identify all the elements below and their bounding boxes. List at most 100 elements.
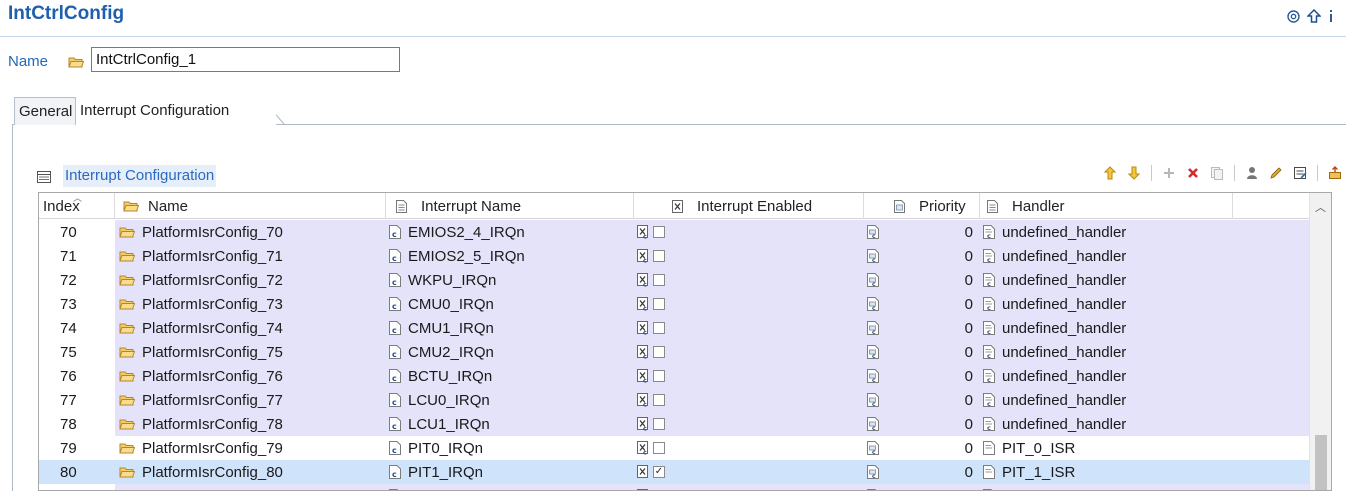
row-interrupt-name-cell[interactable]: c CMU1_IRQn xyxy=(389,316,494,340)
row-priority[interactable]: 0 xyxy=(919,436,973,460)
table-row[interactable]: 70 PlatformIsrConfig_70 c EMIOS2_4_IRQn … xyxy=(39,220,1309,244)
column-header-index[interactable]: ︿ Index xyxy=(39,193,115,219)
table-row[interactable]: 72 PlatformIsrConfig_72 c WKPU_IRQn c c … xyxy=(39,268,1309,292)
row-enabled-cell[interactable]: c xyxy=(637,244,665,268)
table-row[interactable]: 76 PlatformIsrConfig_76 c BCTU_IRQn c c … xyxy=(39,364,1309,388)
row-handler-cell[interactable]: c undefined_handler xyxy=(983,316,1126,340)
row-priority[interactable]: 0 xyxy=(919,340,973,364)
edit-icon[interactable] xyxy=(1266,164,1286,182)
row-handler-cell[interactable]: c undefined_handler xyxy=(983,244,1126,268)
row-interrupt-name-cell[interactable]: c PIT2_IRQn xyxy=(389,484,483,490)
row-interrupt-name-cell[interactable]: c EMIOS2_5_IRQn xyxy=(389,244,525,268)
add-icon[interactable] xyxy=(1159,164,1179,182)
row-priority[interactable]: 0 xyxy=(919,484,973,491)
table-row[interactable]: 81 PlatformIsrConfig_81 c PIT2_IRQn c c … xyxy=(39,484,1309,491)
row-interrupt-name-cell[interactable]: c EMIOS2_4_IRQn xyxy=(389,220,525,244)
scroll-up-icon[interactable]: ︿ xyxy=(1315,199,1326,215)
row-interrupt-name-cell[interactable]: c CMU2_IRQn xyxy=(389,340,494,364)
row-handler-cell[interactable]: c undefined_handler xyxy=(983,220,1126,244)
move-down-icon[interactable] xyxy=(1124,164,1144,182)
row-handler-cell[interactable]: c undefined_handler xyxy=(983,388,1126,412)
row-enabled-cell[interactable]: c xyxy=(637,484,665,490)
info-icon[interactable] xyxy=(1328,9,1334,26)
name-input[interactable] xyxy=(91,47,400,72)
row-priority[interactable]: 0 xyxy=(919,316,973,340)
row-priority[interactable]: 0 xyxy=(919,292,973,316)
table-row[interactable]: 79 PlatformIsrConfig_79 c PIT0_IRQn c c … xyxy=(39,436,1309,460)
enabled-checkbox[interactable] xyxy=(653,274,665,286)
row-interrupt-name-cell[interactable]: c WKPU_IRQn xyxy=(389,268,496,292)
scrollbar-thumb[interactable] xyxy=(1315,435,1327,490)
enabled-checkbox[interactable] xyxy=(653,346,665,358)
enabled-checkbox[interactable] xyxy=(653,250,665,262)
enabled-checkbox[interactable] xyxy=(653,226,665,238)
row-enabled-cell[interactable]: c xyxy=(637,220,665,244)
row-enabled-cell[interactable]: c xyxy=(637,340,665,364)
tab-interrupt-configuration[interactable]: Interrupt Configuration xyxy=(76,97,276,125)
column-header-handler[interactable]: Handler xyxy=(980,193,1233,219)
row-interrupt-name-cell[interactable]: c PIT0_IRQn xyxy=(389,436,483,460)
table-row[interactable]: 80 PlatformIsrConfig_80 c PIT1_IRQn ✓ c … xyxy=(39,460,1309,484)
vertical-scrollbar[interactable]: ︿ xyxy=(1309,193,1331,490)
at-icon[interactable] xyxy=(1287,9,1300,26)
row-handler-cell[interactable]: c undefined_handler xyxy=(983,340,1126,364)
row-interrupt-name-cell[interactable]: c PIT1_IRQn xyxy=(389,460,483,484)
row-name-cell[interactable]: PlatformIsrConfig_77 xyxy=(119,388,283,412)
export-icon[interactable] xyxy=(1325,164,1345,182)
row-name-cell[interactable]: PlatformIsrConfig_71 xyxy=(119,244,283,268)
table-row[interactable]: 78 PlatformIsrConfig_78 c LCU1_IRQn c c … xyxy=(39,412,1309,436)
row-interrupt-name-cell[interactable]: c LCU1_IRQn xyxy=(389,412,490,436)
row-handler-cell[interactable]: c undefined_handler xyxy=(983,412,1126,436)
enabled-checkbox[interactable] xyxy=(653,322,665,334)
row-enabled-cell[interactable]: c xyxy=(637,364,665,388)
row-handler-cell[interactable]: c undefined_handler xyxy=(983,364,1126,388)
row-name-cell[interactable]: PlatformIsrConfig_72 xyxy=(119,268,283,292)
row-interrupt-name-cell[interactable]: c LCU0_IRQn xyxy=(389,388,490,412)
up-arrow-icon[interactable] xyxy=(1306,8,1322,26)
properties-icon[interactable] xyxy=(1290,164,1310,182)
row-priority[interactable]: 0 xyxy=(919,268,973,292)
row-name-cell[interactable]: PlatformIsrConfig_74 xyxy=(119,316,283,340)
row-handler-cell[interactable]: c undefined_handler xyxy=(983,268,1126,292)
enabled-checkbox[interactable] xyxy=(653,298,665,310)
enabled-checkbox[interactable] xyxy=(653,394,665,406)
enabled-checkbox[interactable] xyxy=(653,442,665,454)
table-row[interactable]: 77 PlatformIsrConfig_77 c LCU0_IRQn c c … xyxy=(39,388,1309,412)
row-interrupt-name-cell[interactable]: c BCTU_IRQn xyxy=(389,364,492,388)
row-priority[interactable]: 0 xyxy=(919,244,973,268)
row-name-cell[interactable]: PlatformIsrConfig_76 xyxy=(119,364,283,388)
row-handler-cell[interactable]: c undefined_handler xyxy=(983,292,1126,316)
copy-icon[interactable] xyxy=(1207,164,1227,182)
row-name-cell[interactable]: PlatformIsrConfig_73 xyxy=(119,292,283,316)
row-enabled-cell[interactable]: c xyxy=(637,412,665,436)
row-enabled-cell[interactable]: c xyxy=(637,268,665,292)
enabled-checkbox-checked[interactable]: ✓ xyxy=(653,466,665,478)
column-header-interrupt-name[interactable]: Interrupt Name xyxy=(386,193,634,219)
person-icon[interactable] xyxy=(1242,164,1262,182)
row-priority[interactable]: 0 xyxy=(919,388,973,412)
row-enabled-cell[interactable]: c xyxy=(637,316,665,340)
column-header-interrupt-enabled[interactable]: Interrupt Enabled xyxy=(634,193,864,219)
row-handler-cell[interactable]: c undefined_handler xyxy=(983,484,1126,490)
delete-icon[interactable] xyxy=(1183,164,1203,182)
row-enabled-cell[interactable]: c xyxy=(637,436,665,460)
row-enabled-cell[interactable]: c xyxy=(637,292,665,316)
row-name-cell[interactable]: PlatformIsrConfig_78 xyxy=(119,412,283,436)
enabled-checkbox[interactable] xyxy=(653,370,665,382)
row-name-cell[interactable]: PlatformIsrConfig_79 xyxy=(119,436,283,460)
row-name-cell[interactable]: PlatformIsrConfig_80 xyxy=(119,460,283,484)
row-priority[interactable]: 0 xyxy=(919,412,973,436)
column-header-name[interactable]: Name xyxy=(115,193,386,219)
row-interrupt-name-cell[interactable]: c CMU0_IRQn xyxy=(389,292,494,316)
row-handler-cell[interactable]: PIT_0_ISR xyxy=(983,436,1075,460)
row-priority[interactable]: 0 xyxy=(919,460,973,484)
move-up-icon[interactable] xyxy=(1100,164,1120,182)
table-row[interactable]: 73 PlatformIsrConfig_73 c CMU0_IRQn c c … xyxy=(39,292,1309,316)
row-priority[interactable]: 0 xyxy=(919,220,973,244)
row-enabled-cell[interactable]: ✓ xyxy=(637,460,665,484)
enabled-checkbox[interactable] xyxy=(653,418,665,430)
row-enabled-cell[interactable]: c xyxy=(637,388,665,412)
row-name-cell[interactable]: PlatformIsrConfig_81 xyxy=(119,484,283,491)
table-row[interactable]: 71 PlatformIsrConfig_71 c EMIOS2_5_IRQn … xyxy=(39,244,1309,268)
table-row[interactable]: 74 PlatformIsrConfig_74 c CMU1_IRQn c c … xyxy=(39,316,1309,340)
